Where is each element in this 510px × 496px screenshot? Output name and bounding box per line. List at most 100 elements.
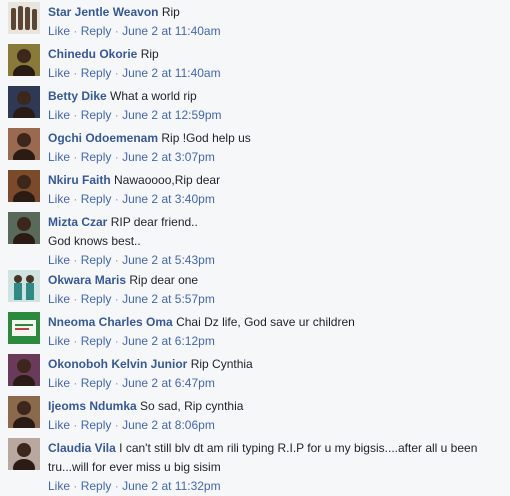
comment-timestamp-link[interactable]: June 2 at 8:06pm [122, 418, 215, 432]
comment-text: Rip [140, 47, 159, 61]
person-photo-icon [8, 212, 40, 244]
comment-actions: Like · Reply · June 2 at 5:43pm [48, 251, 500, 270]
comment-actions: Like · Reply · June 2 at 11:32pm [48, 477, 500, 496]
comment-timestamp-link[interactable]: June 2 at 6:12pm [122, 334, 215, 348]
comment-author-link[interactable]: Nneoma Charles Oma [48, 315, 173, 329]
separator-dot: · [73, 334, 78, 348]
person-photo-icon [8, 128, 40, 160]
comment-actions: Like · Reply · June 2 at 3:07pm [48, 148, 500, 167]
comment-author-link[interactable]: Nkiru Faith [48, 173, 111, 187]
comment-body: Chinedu Okorie Rip Like · Reply · June 2 … [48, 45, 500, 83]
comment-actions: Like · Reply · June 2 at 12:59pm [48, 106, 500, 125]
comment-text: Rip Cynthia [190, 357, 253, 371]
comment-actions: Like · Reply · June 2 at 11:40am [48, 64, 500, 83]
person-photo-icon [8, 438, 40, 470]
avatar[interactable] [8, 312, 40, 344]
like-link[interactable]: Like [48, 418, 70, 432]
like-link[interactable]: Like [48, 334, 70, 348]
avatar[interactable] [8, 270, 40, 302]
reply-link[interactable]: Reply [81, 376, 112, 390]
comment-actions: Like · Reply · June 2 at 8:06pm [48, 416, 500, 435]
avatar[interactable] [8, 438, 40, 470]
person-photo-icon [8, 396, 40, 428]
avatar[interactable] [8, 44, 40, 76]
separator-dot: · [114, 108, 119, 122]
card-image-icon [8, 312, 40, 344]
comment-body: Nkiru Faith Nawaoooo,Rip dear Like · Repl… [48, 171, 500, 209]
comment-timestamp-link[interactable]: June 2 at 3:07pm [122, 150, 215, 164]
separator-dot: · [114, 376, 119, 390]
comment-author-link[interactable]: Okwara Maris [48, 273, 126, 287]
person-photo-icon [8, 44, 40, 76]
avatar[interactable] [8, 2, 40, 34]
comment-text: Nawaoooo,Rip dear [114, 173, 221, 187]
like-link[interactable]: Like [48, 108, 70, 122]
comment-timestamp-link[interactable]: June 2 at 11:40am [122, 24, 221, 38]
like-link[interactable]: Like [48, 192, 70, 206]
like-link[interactable]: Like [48, 376, 70, 390]
comment-author-link[interactable]: Star Jentle Weavon [48, 5, 158, 19]
comment-body: Betty Dike What a world rip Like · Reply … [48, 87, 500, 125]
separator-dot: · [114, 292, 119, 306]
comment-timestamp-link[interactable]: June 2 at 6:47pm [122, 376, 215, 390]
comment-author-link[interactable]: Claudia Vila [48, 441, 116, 455]
separator-dot: · [73, 66, 78, 80]
like-link[interactable]: Like [48, 24, 70, 38]
separator-dot: · [73, 150, 78, 164]
reply-link[interactable]: Reply [81, 192, 112, 206]
reply-link[interactable]: Reply [81, 150, 112, 164]
separator-dot: · [114, 24, 119, 38]
comment-timestamp-link[interactable]: June 2 at 3:40pm [122, 192, 215, 206]
person-photo-icon [8, 170, 40, 202]
reply-link[interactable]: Reply [81, 418, 112, 432]
like-link[interactable]: Like [48, 253, 70, 267]
reply-link[interactable]: Reply [81, 66, 112, 80]
comment-author-link[interactable]: Mizta Czar [48, 215, 107, 229]
comment-actions: Like · Reply · June 2 at 6:12pm [48, 332, 500, 351]
comment-author-link[interactable]: Betty Dike [48, 89, 107, 103]
like-link[interactable]: Like [48, 66, 70, 80]
comment-timestamp-link[interactable]: June 2 at 11:32pm [122, 479, 221, 493]
comment-body: Nneoma Charles Oma Chai Dz life, God sav… [48, 313, 500, 351]
avatar[interactable] [8, 170, 40, 202]
avatar[interactable] [8, 128, 40, 160]
separator-dot: · [73, 292, 78, 306]
comment-timestamp-link[interactable]: June 2 at 11:40am [122, 66, 221, 80]
comment-actions: Like · Reply · June 2 at 3:40pm [48, 190, 500, 209]
person-photo-icon [8, 354, 40, 386]
comment-author-link[interactable]: Ogchi Odoemenam [48, 131, 158, 145]
reply-link[interactable]: Reply [81, 108, 112, 122]
separator-dot: · [114, 334, 119, 348]
avatar[interactable] [8, 354, 40, 386]
reply-link[interactable]: Reply [81, 334, 112, 348]
avatar[interactable] [8, 396, 40, 428]
avatar[interactable] [8, 212, 40, 244]
comment-author-link[interactable]: Ijeoms Ndumka [48, 399, 137, 413]
comment-body: Okonoboh Kelvin Junior Rip Cynthia Like ·… [48, 355, 500, 393]
comment-body: Okwara Maris Rip dear one Like · Reply · … [48, 271, 500, 309]
reply-link[interactable]: Reply [81, 253, 112, 267]
like-link[interactable]: Like [48, 479, 70, 493]
reply-link[interactable]: Reply [81, 24, 112, 38]
avatar[interactable] [8, 86, 40, 118]
like-link[interactable]: Like [48, 150, 70, 164]
separator-dot: · [114, 479, 119, 493]
like-link[interactable]: Like [48, 292, 70, 306]
comment-actions: Like · Reply · June 2 at 5:57pm [48, 290, 500, 309]
comment-author-link[interactable]: Chinedu Okorie [48, 47, 137, 61]
separator-dot: · [73, 24, 78, 38]
comment-body: Mizta Czar RIP dear friend.. God knows b… [48, 213, 500, 270]
separator-dot: · [114, 150, 119, 164]
reply-link[interactable]: Reply [81, 292, 112, 306]
comment-body: Claudia Vila I can't still blv dt am ril… [48, 439, 500, 496]
reply-link[interactable]: Reply [81, 479, 112, 493]
comment-timestamp-link[interactable]: June 2 at 12:59pm [122, 108, 221, 122]
comment-author-link[interactable]: Okonoboh Kelvin Junior [48, 357, 187, 371]
separator-dot: · [73, 418, 78, 432]
comment-text: Rip dear one [129, 273, 199, 287]
hair-bundles-icon [8, 2, 40, 34]
comment-actions: Like · Reply · June 2 at 6:47pm [48, 374, 500, 393]
comment-text: What a world rip [110, 89, 197, 103]
comment-timestamp-link[interactable]: June 2 at 5:43pm [122, 253, 215, 267]
comment-timestamp-link[interactable]: June 2 at 5:57pm [122, 292, 215, 306]
